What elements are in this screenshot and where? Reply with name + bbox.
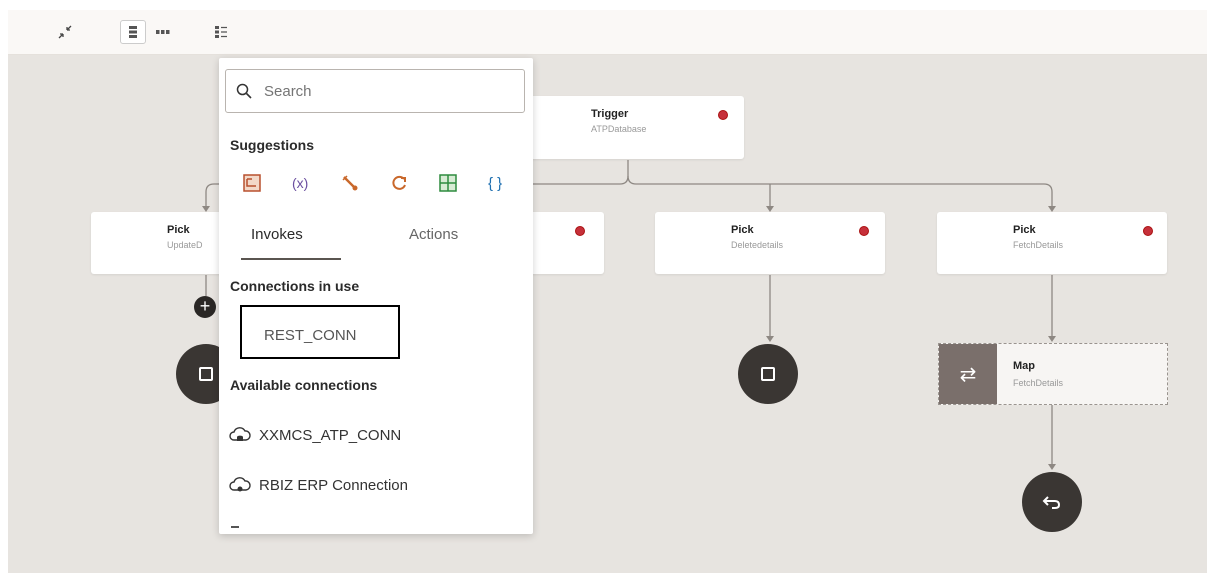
- connection-name: RBIZ ERP Connection: [259, 476, 408, 494]
- tab-actions[interactable]: Actions: [409, 226, 458, 243]
- search-icon: [236, 83, 252, 99]
- pick-node-fetch[interactable]: Pick FetchDetails: [937, 212, 1167, 274]
- connection-rbiz-erp[interactable]: RBIZ ERP Connection: [229, 476, 408, 494]
- popup-tabs: Invokes Actions: [219, 218, 533, 262]
- wrench-icon[interactable]: [341, 170, 390, 196]
- available-connections-title: Available connections: [230, 377, 378, 393]
- trigger-subtitle: ATPDatabase: [591, 124, 647, 134]
- add-action-icon[interactable]: +: [194, 296, 216, 318]
- suggestions-row: (x) { }: [243, 170, 533, 196]
- connections-in-use-title: Connections in use: [230, 278, 360, 294]
- table-icon[interactable]: [439, 170, 488, 196]
- stop-icon: [199, 367, 213, 381]
- map-swap-icon: ⇄: [939, 344, 997, 404]
- variable-icon[interactable]: (x): [292, 170, 341, 196]
- stop-icon: [761, 367, 775, 381]
- trigger-title: Trigger: [591, 108, 629, 120]
- search-input[interactable]: [262, 81, 506, 101]
- pick-node-delete[interactable]: Pick Deletedetails: [655, 212, 885, 274]
- active-tab-indicator: [241, 258, 341, 260]
- return-node[interactable]: [1022, 472, 1082, 532]
- more-items-indicator: [231, 526, 239, 528]
- connection-rest-conn[interactable]: REST_CONN: [264, 327, 357, 344]
- return-icon: [1042, 496, 1061, 509]
- error-icon: [1143, 226, 1153, 236]
- connection-xxmcs-atp-conn[interactable]: XXMCS_ATP_CONN: [229, 426, 401, 444]
- pick-subtitle: FetchDetails: [1013, 240, 1064, 250]
- stop-node[interactable]: [738, 344, 798, 404]
- pick-subtitle: Deletedetails: [731, 240, 784, 250]
- map-node[interactable]: ⇄ Map FetchDetails: [938, 343, 1168, 405]
- connection-name: XXMCS_ATP_CONN: [259, 426, 402, 444]
- data-stitch-icon[interactable]: [243, 170, 292, 196]
- error-icon: [859, 226, 869, 236]
- pick-title: Pick: [1013, 224, 1036, 236]
- cloud-connection-icon: [229, 477, 251, 492]
- loop-icon[interactable]: [390, 170, 439, 196]
- braces-icon[interactable]: { }: [488, 170, 533, 196]
- map-title: Map: [1013, 360, 1035, 372]
- search-field[interactable]: [225, 69, 525, 113]
- pick-title: Pick: [167, 224, 190, 236]
- suggestions-title: Suggestions: [230, 137, 315, 153]
- cloud-connection-icon: [229, 427, 251, 441]
- error-icon: [575, 226, 585, 236]
- tab-invokes[interactable]: Invokes: [251, 226, 303, 243]
- pick-title: Pick: [731, 224, 754, 236]
- error-icon: [718, 110, 728, 120]
- action-picker-popup: Suggestions (x) { } Invokes Actions Conn…: [219, 58, 533, 534]
- map-subtitle: FetchDetails: [1013, 378, 1064, 388]
- trigger-node[interactable]: Trigger ATPDatabase: [515, 96, 744, 159]
- pick-subtitle: UpdateD: [167, 240, 203, 250]
